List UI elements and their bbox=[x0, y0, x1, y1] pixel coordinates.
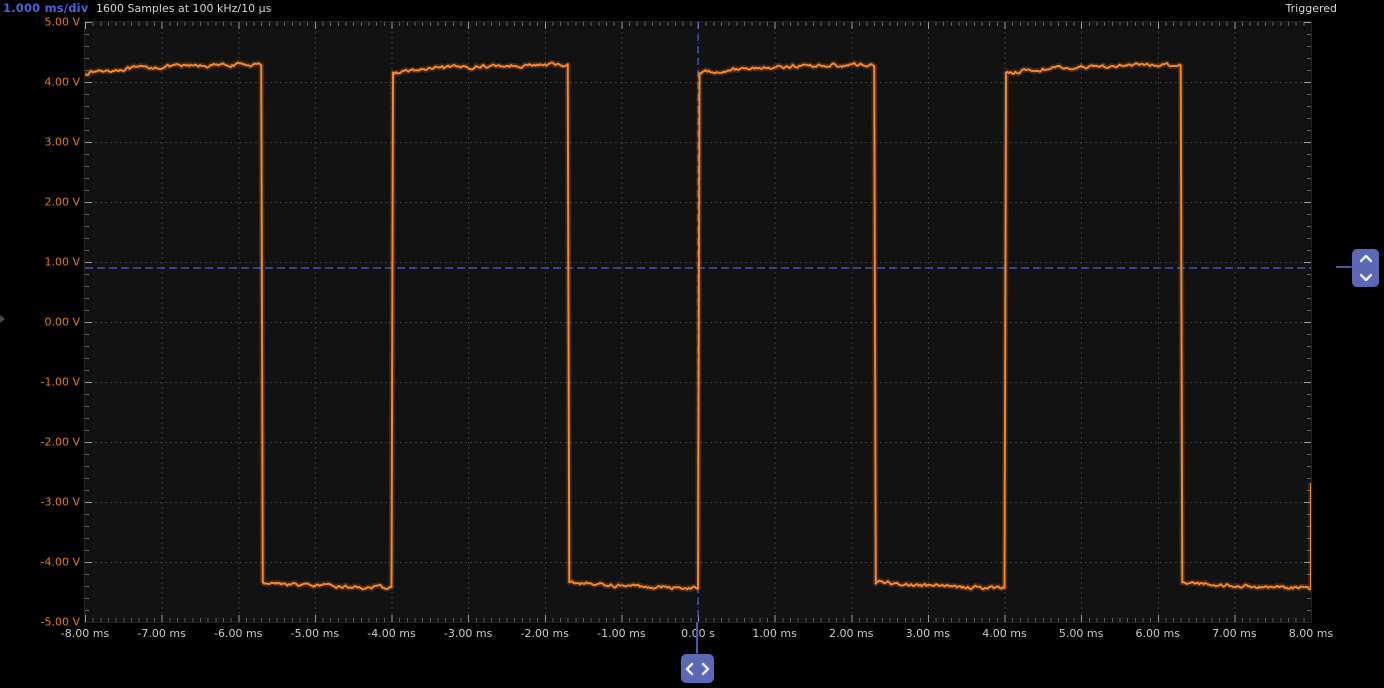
y-tick-label: -1.00 V bbox=[0, 376, 80, 389]
trigger-position-connector bbox=[696, 622, 698, 654]
trigger-status-label: Triggered bbox=[1286, 2, 1337, 15]
trigger-level-down-button[interactable] bbox=[1359, 268, 1373, 287]
x-tick-label: -2.00 ms bbox=[521, 627, 569, 640]
x-tick-label: 6.00 ms bbox=[1136, 627, 1180, 640]
y-tick-label: 4.00 V bbox=[0, 76, 80, 89]
x-tick-label: 0.00 s bbox=[681, 627, 715, 640]
x-tick-label: -6.00 ms bbox=[214, 627, 262, 640]
x-tick-label: 2.00 ms bbox=[829, 627, 873, 640]
y-tick-label: 1.00 V bbox=[0, 256, 80, 269]
chevron-right-icon bbox=[701, 662, 710, 676]
y-tick-label: 2.00 V bbox=[0, 196, 80, 209]
y-tick-label: -4.00 V bbox=[0, 556, 80, 569]
plot-area[interactable] bbox=[85, 22, 1311, 622]
trigger-position-widget[interactable] bbox=[681, 654, 714, 683]
x-tick-label: 3.00 ms bbox=[906, 627, 950, 640]
x-tick-label: 7.00 ms bbox=[1212, 627, 1256, 640]
x-tick-label: 5.00 ms bbox=[1059, 627, 1103, 640]
y-tick-label: -3.00 V bbox=[0, 496, 80, 509]
x-tick-label: -7.00 ms bbox=[137, 627, 185, 640]
chevron-down-icon bbox=[1359, 273, 1373, 282]
x-tick-label: 4.00 ms bbox=[982, 627, 1026, 640]
trigger-level-up-button[interactable] bbox=[1359, 249, 1373, 268]
chevron-left-icon bbox=[685, 662, 694, 676]
x-tick-label: -3.00 ms bbox=[444, 627, 492, 640]
channel-offset-marker[interactable] bbox=[0, 315, 5, 323]
y-tick-label: 0.00 V bbox=[0, 316, 80, 329]
chevron-up-icon bbox=[1359, 254, 1373, 263]
x-tick-label: 1.00 ms bbox=[752, 627, 796, 640]
x-tick-label: -4.00 ms bbox=[367, 627, 415, 640]
trigger-position-left-button[interactable] bbox=[681, 654, 698, 683]
x-tick-label: -1.00 ms bbox=[597, 627, 645, 640]
oscilloscope-screen: 1.000 ms/div 1600 Samples at 100 kHz/10 … bbox=[0, 0, 1384, 688]
y-tick-label: -2.00 V bbox=[0, 436, 80, 449]
acquisition-readout: 1600 Samples at 100 kHz/10 µs bbox=[96, 2, 271, 15]
x-tick-label: -5.00 ms bbox=[291, 627, 339, 640]
x-tick-label: 8.00 ms bbox=[1289, 627, 1333, 640]
y-tick-label: 5.00 V bbox=[0, 16, 80, 29]
trigger-level-widget[interactable] bbox=[1352, 249, 1379, 287]
waveform-canvas bbox=[85, 22, 1311, 622]
y-tick-label: 3.00 V bbox=[0, 136, 80, 149]
trigger-level-connector bbox=[1336, 266, 1352, 268]
x-tick-label: -8.00 ms bbox=[61, 627, 109, 640]
timebase-readout: 1.000 ms/div bbox=[3, 1, 88, 15]
trigger-position-right-button[interactable] bbox=[698, 654, 715, 683]
